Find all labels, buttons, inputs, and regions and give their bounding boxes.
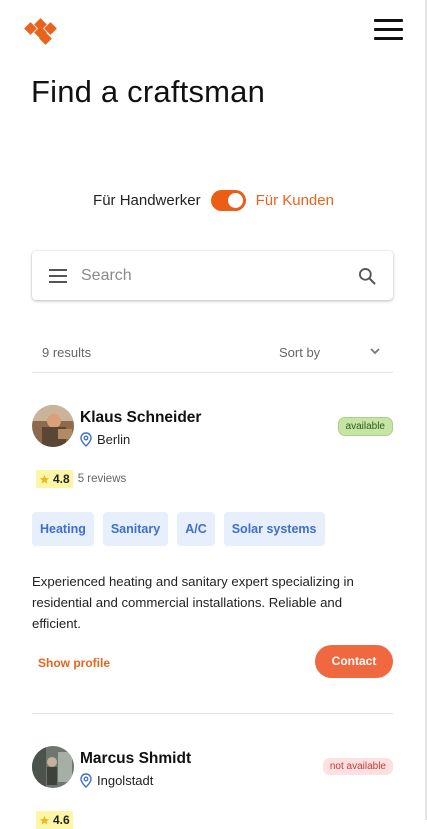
rating-value: 4.8 bbox=[53, 472, 70, 486]
toggle-knob bbox=[227, 192, 243, 208]
audience-toggle-switch[interactable] bbox=[210, 189, 246, 211]
craftsman-name[interactable]: Marcus Shmidt bbox=[80, 750, 191, 768]
page-title: Find a craftsman bbox=[31, 74, 266, 109]
card-divider bbox=[32, 713, 393, 714]
show-profile-link[interactable]: Show profile bbox=[38, 656, 110, 670]
search-input[interactable] bbox=[79, 262, 343, 290]
rating-value: 4.6 bbox=[53, 813, 70, 827]
location-pin-icon bbox=[80, 773, 92, 788]
rating: 4.8 5 reviews bbox=[36, 470, 126, 488]
avatar bbox=[32, 746, 74, 788]
skill-tag: Solar systems bbox=[223, 512, 325, 546]
craftsman-card: Klaus Schneider Berlin available 4.8 5 r… bbox=[32, 405, 393, 685]
toggle-label-craftsmen[interactable]: Für Handwerker bbox=[93, 192, 201, 209]
toggle-label-customers[interactable]: Für Kunden bbox=[256, 192, 334, 209]
location-pin-icon bbox=[80, 432, 92, 447]
star-icon bbox=[39, 815, 50, 825]
craftsman-location: Berlin bbox=[80, 432, 130, 447]
avatar bbox=[32, 405, 74, 447]
search-bar bbox=[32, 251, 393, 300]
skill-tag: Heating bbox=[32, 512, 94, 546]
contact-button[interactable]: Contact bbox=[315, 645, 393, 678]
hamburger-menu-icon[interactable] bbox=[374, 18, 404, 40]
audience-toggle-row: Für Handwerker Für Kunden bbox=[0, 188, 427, 212]
status-badge: available bbox=[337, 417, 393, 436]
rating-score: 4.8 bbox=[36, 470, 73, 488]
skill-tag: A/C bbox=[177, 512, 215, 546]
skill-tags: Heating Sanitary A/C Solar systems bbox=[32, 512, 334, 546]
craftsman-description: Experienced heating and sanitary expert … bbox=[32, 574, 354, 631]
chevron-down-icon[interactable] bbox=[369, 346, 381, 356]
rating-score: 4.6 bbox=[36, 811, 73, 829]
results-count: 9 results bbox=[42, 345, 92, 360]
star-icon bbox=[39, 474, 50, 484]
sort-dropdown[interactable]: Sort by bbox=[279, 345, 320, 360]
search-icon[interactable] bbox=[357, 266, 377, 286]
review-count: 5 reviews bbox=[77, 473, 127, 485]
status-badge: not available bbox=[322, 758, 393, 775]
skill-tag: Sanitary bbox=[102, 512, 169, 546]
rating: 4.6 bbox=[36, 811, 73, 829]
location-text: Berlin bbox=[97, 432, 131, 447]
brand-logo-icon[interactable] bbox=[24, 18, 66, 48]
craftsman-card: Marcus Shmidt Ingolstadt not available 4… bbox=[32, 746, 393, 829]
results-divider bbox=[32, 372, 393, 373]
craftsman-name[interactable]: Klaus Schneider bbox=[80, 409, 201, 427]
search-menu-icon[interactable] bbox=[49, 269, 67, 283]
craftsman-location: Ingolstadt bbox=[80, 773, 153, 788]
location-text: Ingolstadt bbox=[97, 773, 154, 788]
